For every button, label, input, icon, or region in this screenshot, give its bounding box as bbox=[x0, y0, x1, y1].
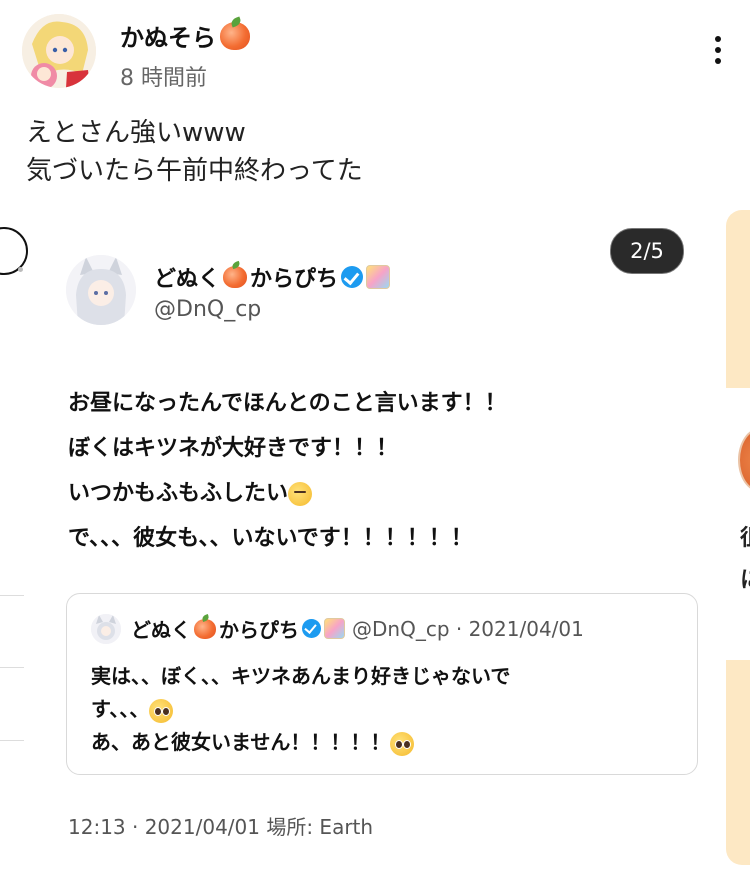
tweet-line: いつかもふもふしたい bbox=[68, 471, 507, 516]
quoted-line: 実は、、ぼく、、キツネあんまり好きじゃないで bbox=[91, 664, 511, 688]
divider bbox=[0, 740, 24, 741]
post-username[interactable]: かぬそら bbox=[120, 18, 250, 53]
quoted-name-part: どぬく bbox=[131, 618, 191, 642]
quoted-line: す、、、 bbox=[91, 693, 510, 726]
quoted-handle-date: @DnQ_cp · 2021/04/01 bbox=[352, 616, 584, 641]
tweet-text: お昼になったんでほんとのこと言います！！ ぼくはキツネが大好きです！！！ いつかもふ… bbox=[68, 381, 507, 561]
peach-icon bbox=[194, 618, 216, 639]
post-body-line: えとさん強いwww bbox=[26, 118, 246, 148]
post-body: えとさん強いwww 気づいたら午前中終わってた bbox=[26, 114, 363, 190]
quoted-line-text: す、、、 bbox=[91, 697, 150, 721]
tweet-line-text: いつかもふもふしたい bbox=[68, 481, 289, 506]
drooling-face-icon bbox=[288, 482, 313, 506]
image-carousel[interactable]: 2/5 どぬく からぴち @DnQ_cp お昼になったんでほんとのこと言います！… bbox=[0, 205, 750, 885]
peach-icon bbox=[220, 21, 250, 50]
tweet-line: で、、、彼女も、、いないです！！！！！！ bbox=[68, 526, 473, 551]
next-preview-text: に bbox=[740, 562, 750, 594]
peach-icon bbox=[223, 266, 248, 288]
post-timestamp: 8 時間前 bbox=[120, 66, 207, 91]
verified-badge-icon bbox=[341, 266, 364, 288]
author-name-part: からぴち bbox=[250, 267, 339, 292]
divider bbox=[0, 595, 24, 596]
tweet-handle: @DnQ_cp bbox=[154, 297, 262, 322]
next-preview-text: 徂 bbox=[740, 520, 750, 552]
pleading-face-icon bbox=[149, 698, 174, 723]
divider bbox=[0, 667, 24, 668]
user-avatar[interactable] bbox=[22, 14, 96, 88]
pleading-face-icon bbox=[390, 731, 415, 756]
affiliation-badge-icon bbox=[324, 618, 345, 639]
tweet-line: ぼくはキツネが大好きです！！！ bbox=[68, 436, 399, 461]
tweet-avatar bbox=[66, 255, 136, 325]
quoted-line: あ、あと彼女いません！！！！！ bbox=[91, 726, 510, 759]
quoted-avatar bbox=[91, 614, 121, 644]
tweet-screenshot-card[interactable]: 2/5 どぬく からぴち @DnQ_cp お昼になったんでほんとのこと言います！… bbox=[44, 225, 714, 865]
quoted-header: どぬく からぴち @DnQ_cp · 2021/04/01 bbox=[131, 614, 584, 643]
carousel-dot bbox=[18, 267, 23, 272]
affiliation-badge-icon bbox=[366, 265, 391, 289]
quoted-tweet: どぬく からぴち @DnQ_cp · 2021/04/01 実は、、ぼく、、キツ… bbox=[66, 593, 698, 775]
page-indicator: 2/5 bbox=[610, 228, 684, 274]
more-options-button[interactable] bbox=[706, 36, 730, 76]
quoted-name-part: からぴち bbox=[219, 618, 299, 642]
quoted-text: 実は、、ぼく、、キツネあんまり好きじゃないで す、、、あ、あと彼女いません！！！！… bbox=[91, 660, 510, 759]
post-header: かぬそら 8 時間前 bbox=[0, 0, 750, 100]
tweet-author-name: どぬく からぴち bbox=[154, 261, 391, 293]
quoted-line-text: あ、あと彼女いません！！！！！ bbox=[91, 730, 391, 754]
verified-badge-icon bbox=[302, 619, 321, 638]
previous-image-button[interactable] bbox=[0, 227, 28, 275]
tweet-line: お昼になったんでほんとのこと言います！！ bbox=[68, 391, 507, 416]
username-text: かぬそら bbox=[120, 24, 216, 52]
next-image-preview[interactable]: 徂 に bbox=[726, 210, 750, 865]
post-body-line: 気づいたら午前中終わってた bbox=[26, 156, 363, 186]
author-name-part: どぬく bbox=[154, 267, 221, 292]
tweet-meta: 12:13 · 2021/04/01 場所: Earth bbox=[68, 815, 374, 839]
